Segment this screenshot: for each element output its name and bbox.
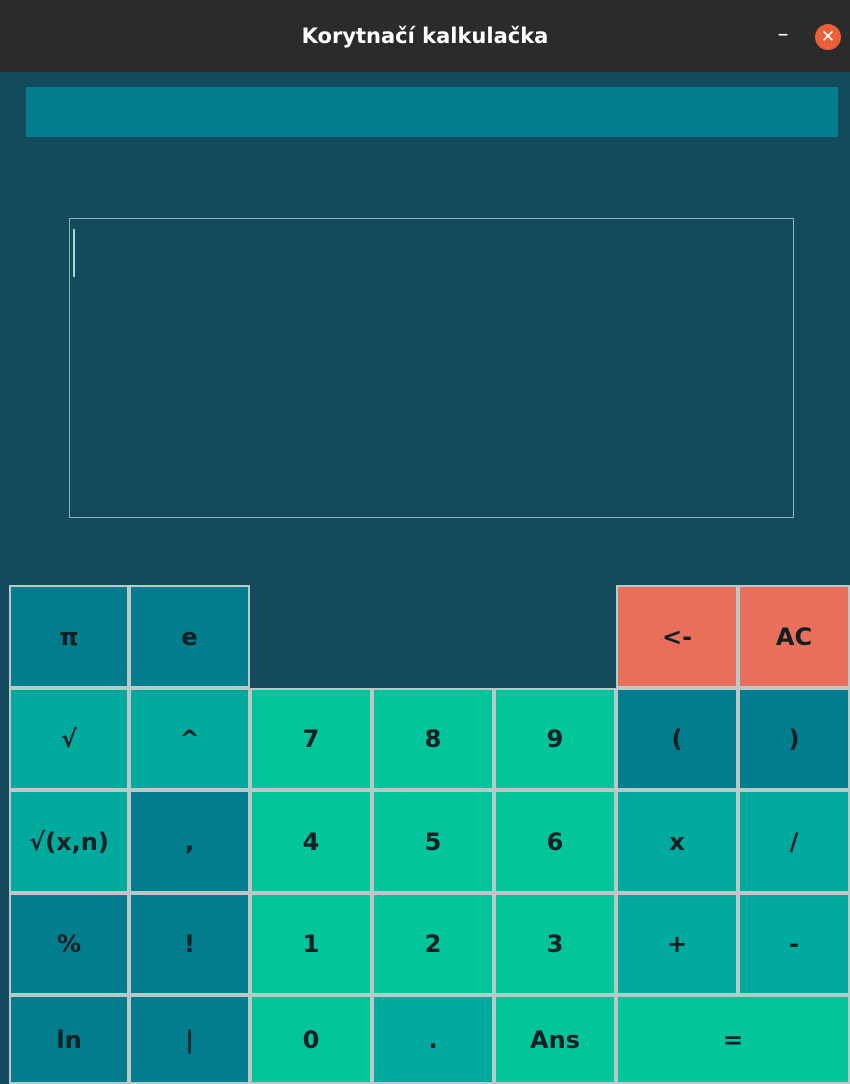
nth-root-button[interactable]: √(x,n)	[9, 790, 129, 893]
abs-button[interactable]: |	[129, 995, 250, 1084]
expression-display[interactable]	[69, 218, 794, 518]
right-paren-button[interactable]: )	[738, 688, 850, 790]
digit-2-button[interactable]: 2	[372, 893, 494, 995]
multiply-button[interactable]: x	[616, 790, 738, 893]
ln-button[interactable]: ln	[9, 995, 129, 1084]
pi-button[interactable]: π	[9, 585, 129, 688]
text-cursor	[73, 229, 75, 277]
digit-8-button[interactable]: 8	[372, 688, 494, 790]
close-icon[interactable]: ✕	[815, 24, 841, 50]
power-button[interactable]: ^	[129, 688, 250, 790]
decimal-button[interactable]: .	[372, 995, 494, 1084]
minus-button[interactable]: -	[738, 893, 850, 995]
digit-0-button[interactable]: 0	[250, 995, 372, 1084]
left-paren-button[interactable]: (	[616, 688, 738, 790]
digit-6-button[interactable]: 6	[494, 790, 616, 893]
backspace-button[interactable]: <-	[616, 585, 738, 688]
all-clear-button[interactable]: AC	[738, 585, 850, 688]
minimize-icon[interactable]: –	[768, 20, 798, 50]
plus-button[interactable]: +	[616, 893, 738, 995]
sqrt-button[interactable]: √	[9, 688, 129, 790]
digit-7-button[interactable]: 7	[250, 688, 372, 790]
divide-button[interactable]: /	[738, 790, 850, 893]
e-button[interactable]: e	[129, 585, 250, 688]
equals-button[interactable]: =	[616, 995, 850, 1084]
ans-button[interactable]: Ans	[494, 995, 616, 1084]
comma-button[interactable]: ,	[129, 790, 250, 893]
digit-3-button[interactable]: 3	[494, 893, 616, 995]
digit-1-button[interactable]: 1	[250, 893, 372, 995]
digit-9-button[interactable]: 9	[494, 688, 616, 790]
window-titlebar: Korytnačí kalkulačka – ✕	[0, 0, 850, 72]
digit-5-button[interactable]: 5	[372, 790, 494, 893]
window-title: Korytnačí kalkulačka	[301, 24, 549, 48]
digit-4-button[interactable]: 4	[250, 790, 372, 893]
percent-button[interactable]: %	[9, 893, 129, 995]
history-bar	[26, 87, 838, 137]
factorial-button[interactable]: !	[129, 893, 250, 995]
